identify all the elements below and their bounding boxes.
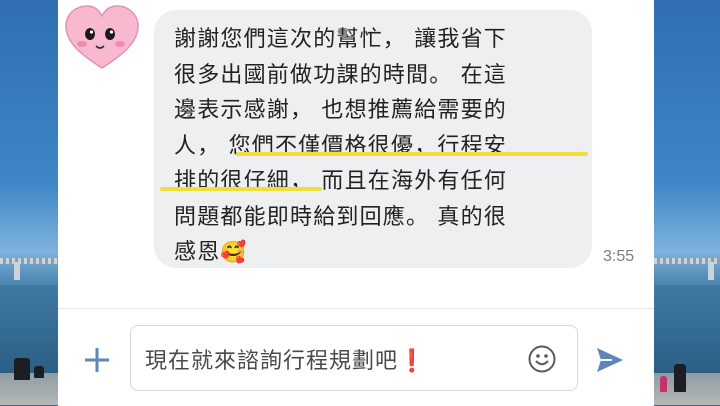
send-arrow-icon[interactable]: [594, 345, 626, 375]
background-photo-right: [654, 0, 720, 405]
plus-icon[interactable]: [84, 347, 110, 373]
highlight-underline: [236, 152, 588, 156]
message-line: 問題都能即時給到回應。 真的很: [174, 204, 507, 230]
chat-panel: 謝謝您們這次的幫忙， 讓我省下 很多出國前做功課的時間。 在這 邊表示感謝， 也…: [58, 0, 654, 406]
beach-child: [660, 376, 667, 392]
message-timestamp: 3:55: [603, 248, 635, 265]
beach-person: [34, 366, 44, 378]
message-input[interactable]: 現在就來諮詢行程規劃吧❗: [130, 325, 578, 391]
smiling-hearts-emoji: 🥰: [220, 240, 248, 264]
pink-heart-character-icon[interactable]: [60, 2, 144, 74]
exclamation-emoji: ❗: [398, 349, 427, 374]
message-line: 謝謝您們這次的幫忙， 讓我省下: [174, 27, 507, 52]
background-photo-left: [0, 0, 58, 405]
beach-person: [14, 358, 30, 380]
bridge-left: [0, 258, 58, 264]
message-line: 感恩: [174, 240, 221, 265]
highlight-underline: [160, 187, 322, 191]
message-input-text: 現在就來諮詢行程規劃吧❗: [145, 349, 427, 374]
message-bubble[interactable]: 謝謝您們這次的幫忙， 讓我省下 很多出國前做功課的時間。 在這 邊表示感謝， 也…: [154, 10, 592, 268]
message-line: 很多出國前做功課的時間。 在這: [174, 62, 507, 88]
message-line: 邊表示感謝， 也想推薦給需要的: [174, 98, 507, 123]
message-text: 謝謝您們這次的幫忙， 讓我省下 很多出國前做功課的時間。 在這 邊表示感謝， 也…: [174, 22, 576, 271]
message-composer: 現在就來諮詢行程規劃吧❗: [58, 308, 654, 406]
smiley-icon[interactable]: [527, 344, 557, 374]
beach-person: [674, 364, 686, 392]
